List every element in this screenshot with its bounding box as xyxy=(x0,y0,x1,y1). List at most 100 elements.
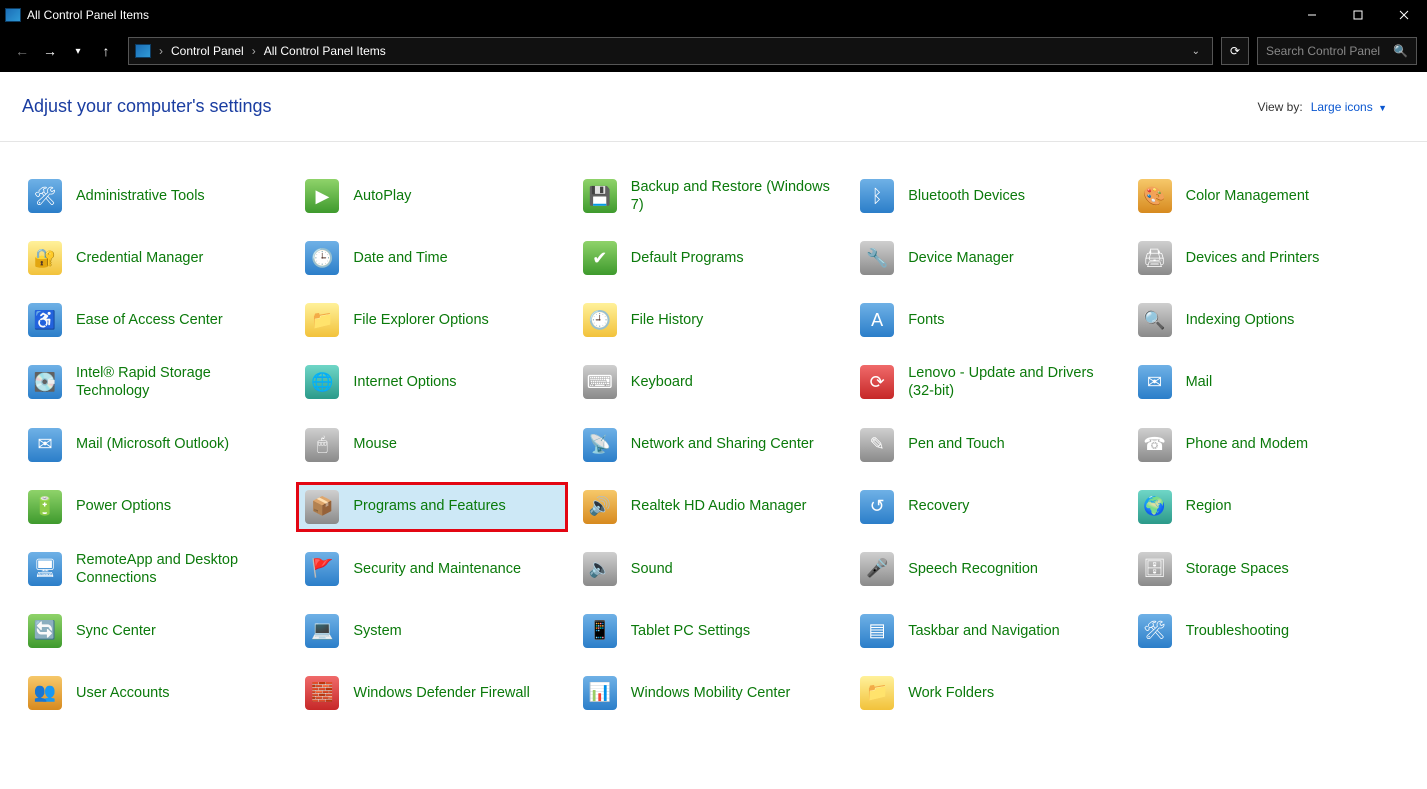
item-label: Mail xyxy=(1186,373,1213,391)
control-panel-item[interactable]: ✎Pen and Touch xyxy=(852,421,1122,469)
control-panel-item[interactable]: ✉Mail xyxy=(1130,358,1400,406)
control-panel-item[interactable]: 📱Tablet PC Settings xyxy=(575,607,845,655)
close-button[interactable] xyxy=(1381,0,1427,30)
minimize-button[interactable] xyxy=(1289,0,1335,30)
addressbar-dropdown-icon[interactable]: ⌄ xyxy=(1192,46,1200,57)
item-label: User Accounts xyxy=(76,684,170,702)
item-icon: ↺ xyxy=(860,490,894,524)
chevron-right-icon: › xyxy=(250,44,258,58)
item-icon: 🔋 xyxy=(28,490,62,524)
item-icon: 🔈 xyxy=(583,552,617,586)
item-label: Network and Sharing Center xyxy=(631,435,814,453)
item-label: Tablet PC Settings xyxy=(631,622,750,640)
item-label: Date and Time xyxy=(353,249,447,267)
control-panel-item[interactable]: 🖨Devices and Printers xyxy=(1130,234,1400,282)
item-label: System xyxy=(353,622,401,640)
control-panel-item[interactable]: 📦Programs and Features xyxy=(297,483,567,531)
control-panel-item[interactable]: 🕒 Date and Time xyxy=(297,234,567,282)
search-input[interactable]: Search Control Panel 🔍 xyxy=(1257,37,1417,65)
control-panel-icon xyxy=(5,8,21,22)
forward-button[interactable]: → xyxy=(38,39,62,63)
item-icon: 🖱 xyxy=(305,428,339,462)
item-icon: 📡 xyxy=(583,428,617,462)
item-icon: ♿ xyxy=(28,303,62,337)
control-panel-item[interactable]: 🗄Storage Spaces xyxy=(1130,545,1400,593)
viewby-value: Large icons xyxy=(1311,100,1373,114)
address-bar[interactable]: › Control Panel › All Control Panel Item… xyxy=(128,37,1213,65)
item-label: File History xyxy=(631,311,704,329)
item-label: Windows Defender Firewall xyxy=(353,684,529,702)
control-panel-item[interactable]: ⌨Keyboard xyxy=(575,358,845,406)
item-icon: 🔐 xyxy=(28,241,62,275)
item-icon: 💻 xyxy=(305,614,339,648)
control-panel-item[interactable]: A Fonts xyxy=(852,296,1122,344)
control-panel-item[interactable]: 🔈 Sound xyxy=(575,545,845,593)
control-panel-item[interactable]: ✔Default Programs xyxy=(575,234,845,282)
control-panel-item[interactable]: ♿ Ease of Access Center xyxy=(20,296,290,344)
control-panel-item[interactable]: ↺Recovery xyxy=(852,483,1122,531)
control-panel-item[interactable]: 🔄Sync Center xyxy=(20,607,290,655)
item-label: Work Folders xyxy=(908,684,994,702)
viewby-dropdown[interactable]: Large icons ▼ xyxy=(1311,100,1387,114)
control-panel-item[interactable]: 🎨Color Management xyxy=(1130,172,1400,220)
control-panel-item[interactable]: 📡 Network and Sharing Center xyxy=(575,421,845,469)
item-icon: 📊 xyxy=(583,676,617,710)
control-panel-item[interactable]: 🖱 Mouse xyxy=(297,421,567,469)
control-panel-item[interactable]: 🕘 File History xyxy=(575,296,845,344)
control-panel-item[interactable]: 💽Intel® Rapid Storage Technology xyxy=(20,358,290,406)
control-panel-item[interactable]: 🧱Windows Defender Firewall xyxy=(297,669,567,717)
item-label: Taskbar and Navigation xyxy=(908,622,1060,640)
item-label: Realtek HD Audio Manager xyxy=(631,497,807,515)
control-panel-grid: 🛠Administrative Tools▶AutoPlay💾Backup an… xyxy=(0,142,1427,737)
control-panel-item[interactable]: ⟳Lenovo - Update and Drivers (32-bit) xyxy=(852,358,1122,406)
item-label: Sync Center xyxy=(76,622,156,640)
control-panel-item[interactable]: ᛒBluetooth Devices xyxy=(852,172,1122,220)
control-panel-item[interactable]: 📊Windows Mobility Center xyxy=(575,669,845,717)
breadcrumb-root[interactable]: Control Panel xyxy=(171,44,244,58)
control-panel-item[interactable]: 🚩Security and Maintenance xyxy=(297,545,567,593)
item-label: Programs and Features xyxy=(353,497,505,515)
item-icon: A xyxy=(860,303,894,337)
item-label: Indexing Options xyxy=(1186,311,1295,329)
search-placeholder: Search Control Panel xyxy=(1266,44,1380,58)
item-icon: 🕘 xyxy=(583,303,617,337)
control-panel-item[interactable]: 🎤 Speech Recognition xyxy=(852,545,1122,593)
item-label: Sound xyxy=(631,560,673,578)
control-panel-item[interactable]: 👥User Accounts xyxy=(20,669,290,717)
item-icon: 🎤 xyxy=(860,552,894,586)
up-button[interactable]: ↑ xyxy=(94,39,118,63)
control-panel-item[interactable]: 🛠Administrative Tools xyxy=(20,172,290,220)
control-panel-item[interactable]: 🌍Region xyxy=(1130,483,1400,531)
refresh-button[interactable]: ⟳ xyxy=(1221,37,1249,65)
control-panel-item[interactable]: 📁File Explorer Options xyxy=(297,296,567,344)
control-panel-item[interactable]: 🔊Realtek HD Audio Manager xyxy=(575,483,845,531)
control-panel-item[interactable]: 💾Backup and Restore (Windows 7) xyxy=(575,172,845,220)
control-panel-item[interactable]: ▶AutoPlay xyxy=(297,172,567,220)
control-panel-item[interactable]: 🔧Device Manager xyxy=(852,234,1122,282)
recent-locations-button[interactable]: ▾ xyxy=(66,39,90,63)
control-panel-item[interactable]: ▤ Taskbar and Navigation xyxy=(852,607,1122,655)
control-panel-item[interactable]: 🔍Indexing Options xyxy=(1130,296,1400,344)
control-panel-item[interactable]: 💻 System xyxy=(297,607,567,655)
control-panel-item[interactable]: ✉Mail (Microsoft Outlook) xyxy=(20,421,290,469)
control-panel-item[interactable]: 🔐Credential Manager xyxy=(20,234,290,282)
item-label: Fonts xyxy=(908,311,944,329)
item-icon: ▤ xyxy=(860,614,894,648)
control-panel-item[interactable]: 📁Work Folders xyxy=(852,669,1122,717)
item-label: Ease of Access Center xyxy=(76,311,223,329)
breadcrumb-current[interactable]: All Control Panel Items xyxy=(264,44,386,58)
control-panel-item[interactable]: 🌐Internet Options xyxy=(297,358,567,406)
item-label: Speech Recognition xyxy=(908,560,1038,578)
item-icon: ☎ xyxy=(1138,428,1172,462)
item-label: Mouse xyxy=(353,435,397,453)
back-button[interactable]: ← xyxy=(10,39,34,63)
control-panel-item[interactable]: 🖥RemoteApp and Desktop Connections xyxy=(20,545,290,593)
item-icon: 🕒 xyxy=(305,241,339,275)
item-label: Intel® Rapid Storage Technology xyxy=(76,364,282,400)
control-panel-item[interactable]: 🛠Troubleshooting xyxy=(1130,607,1400,655)
item-icon: ᛒ xyxy=(860,179,894,213)
item-icon: 🖨 xyxy=(1138,241,1172,275)
control-panel-item[interactable]: ☎Phone and Modem xyxy=(1130,421,1400,469)
maximize-button[interactable] xyxy=(1335,0,1381,30)
control-panel-item[interactable]: 🔋Power Options xyxy=(20,483,290,531)
